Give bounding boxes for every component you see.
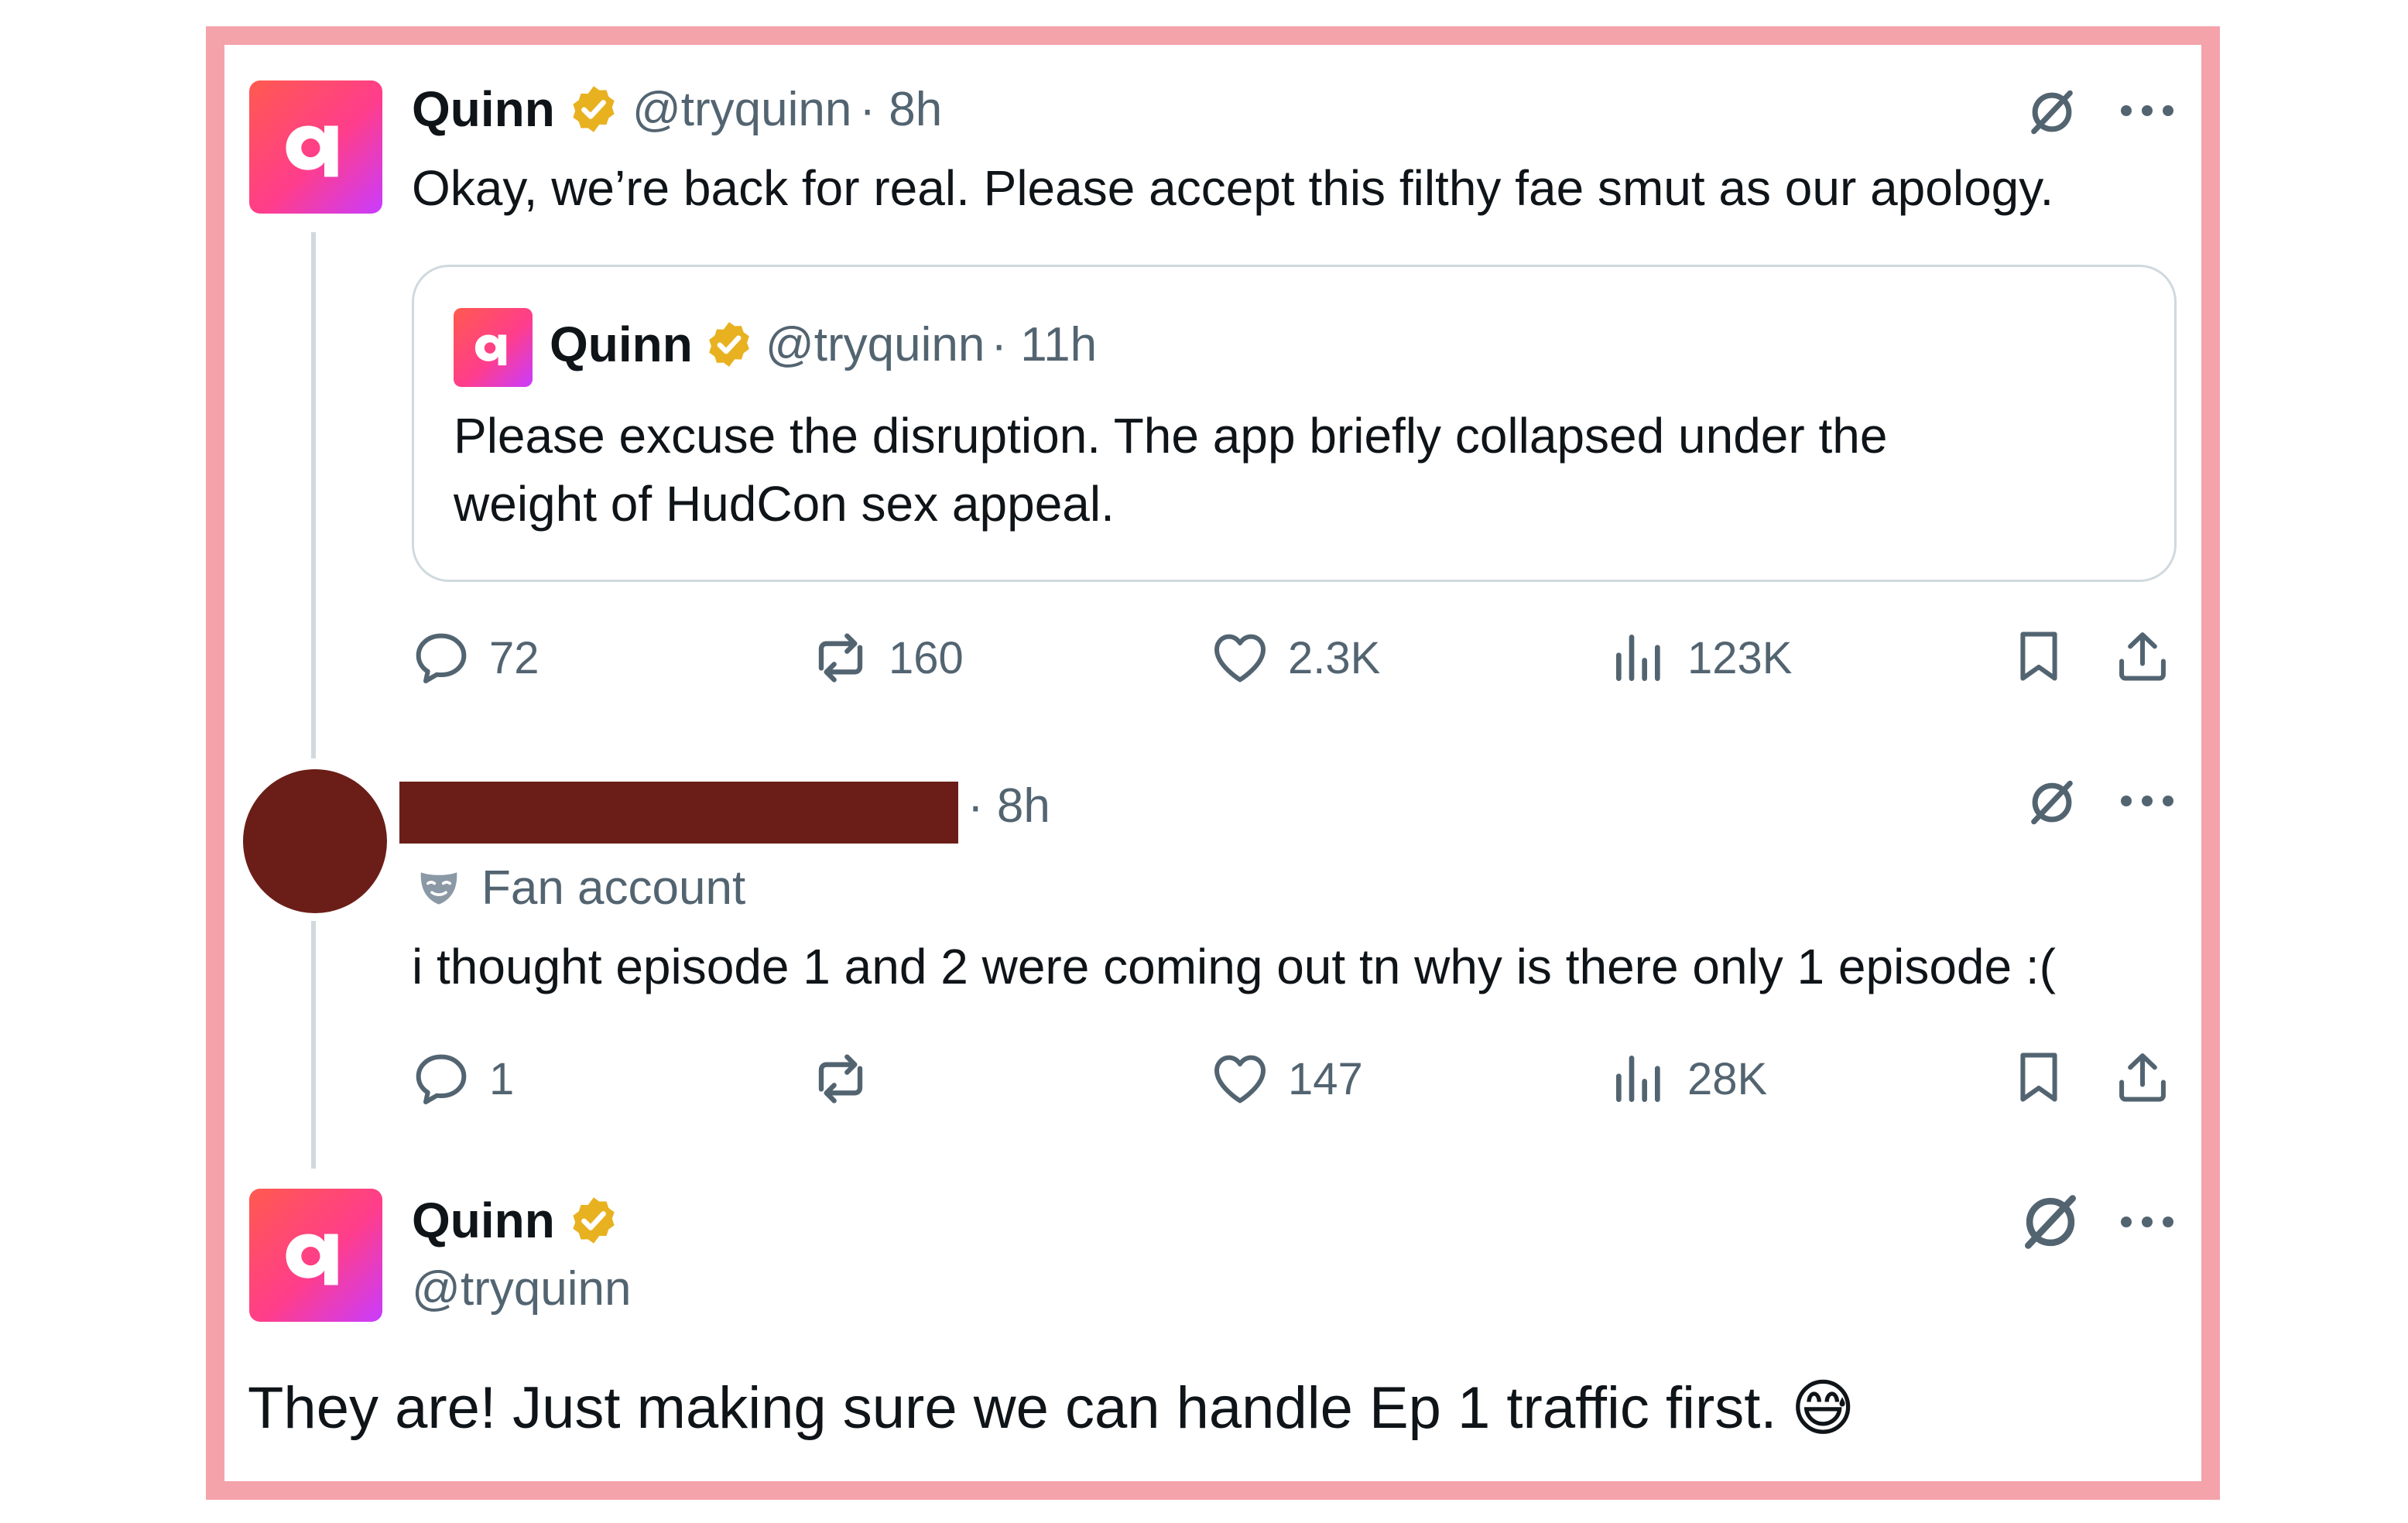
verified-badge-icon (567, 1194, 620, 1247)
views-button[interactable]: 123K (1608, 627, 1792, 689)
tweet-time[interactable]: · 8h (859, 82, 942, 137)
like-icon (1209, 627, 1271, 689)
like-count: 2.3K (1288, 632, 1381, 683)
verified-badge-icon (704, 319, 755, 370)
tweet-text: They are! Just making sure we can handle… (248, 1375, 1777, 1441)
fan-account-label: Fan account (415, 861, 745, 916)
grok-icon[interactable] (2025, 85, 2079, 139)
main-tweet-header: Quinn @tryquinn · 8h (412, 80, 942, 138)
author-name[interactable]: Quinn (412, 80, 555, 138)
verified-badge-icon (567, 83, 620, 135)
quinn-logo-icon (273, 104, 358, 190)
repost-icon (810, 1048, 872, 1110)
quoted-text-line1: Please excuse the disruption. The app br… (454, 408, 1888, 464)
tweet-text: Okay, we’re back for real. Please accept… (412, 160, 2054, 216)
share-icon[interactable] (2113, 1048, 2172, 1107)
like-button[interactable]: 147 (1209, 1048, 1363, 1110)
views-count: 123K (1687, 632, 1793, 683)
quoted-text-line2: weight of HudCon sex appeal. (454, 476, 1115, 532)
avatar[interactable] (243, 769, 387, 913)
thread-line (311, 232, 316, 758)
tweet-time[interactable]: · 8h (968, 779, 1050, 833)
quoted-handle: @tryquinn (765, 317, 985, 371)
tweet-text: i thought episode 1 and 2 were coming ou… (412, 939, 2056, 994)
grok-icon[interactable] (2017, 1189, 2084, 1255)
repost-count: 160 (889, 632, 964, 683)
more-icon[interactable] (2121, 1217, 2175, 1232)
quinn-avatar[interactable] (249, 1189, 382, 1322)
sweat-smile-emoji: 😅 (1790, 1373, 1855, 1443)
fan-account-text: Fan account (481, 861, 746, 915)
redacted-name (399, 782, 958, 844)
share-icon[interactable] (2113, 627, 2172, 686)
quoted-avatar (454, 308, 533, 387)
quoted-time: · 11h (991, 317, 1098, 371)
more-icon[interactable] (2121, 796, 2175, 811)
repost-button[interactable] (810, 1048, 889, 1110)
author-name[interactable]: Quinn (412, 1192, 555, 1249)
views-icon (1608, 627, 1670, 689)
reply-icon (410, 1048, 472, 1110)
grok-icon[interactable] (2025, 775, 2079, 830)
bookmark-icon[interactable] (2009, 1048, 2068, 1107)
final-tweet-body: They are! Just making sure we can handle… (248, 1374, 1855, 1442)
author-handle[interactable]: @tryquinn (412, 1261, 632, 1316)
quinn-avatar[interactable] (249, 80, 382, 214)
quoted-author-name: Quinn (550, 317, 693, 372)
repost-button[interactable]: 160 (810, 627, 964, 689)
thread-line (311, 921, 316, 1169)
more-icon[interactable] (2121, 105, 2175, 121)
repost-icon (810, 627, 872, 689)
reply-icon (410, 627, 472, 689)
reply-button[interactable]: 72 (410, 627, 539, 689)
final-tweet-header: Quinn (412, 1192, 620, 1249)
like-button[interactable]: 2.3K (1209, 627, 1380, 689)
author-handle[interactable]: @tryquinn (632, 82, 852, 137)
reply-count: 72 (489, 632, 539, 683)
like-count: 147 (1288, 1053, 1363, 1104)
mask-icon (420, 871, 457, 905)
bookmark-icon[interactable] (2009, 627, 2068, 686)
like-icon (1209, 1048, 1271, 1110)
views-count: 28K (1687, 1053, 1768, 1104)
quinn-logo-icon (468, 322, 519, 373)
views-button[interactable]: 28K (1608, 1048, 1767, 1110)
reply-count: 1 (489, 1053, 515, 1104)
views-icon (1608, 1048, 1670, 1110)
quinn-logo-icon (273, 1213, 358, 1298)
quoted-header: Quinn @tryquinn · 11h (550, 316, 1097, 373)
reply-button[interactable]: 1 (410, 1048, 514, 1110)
